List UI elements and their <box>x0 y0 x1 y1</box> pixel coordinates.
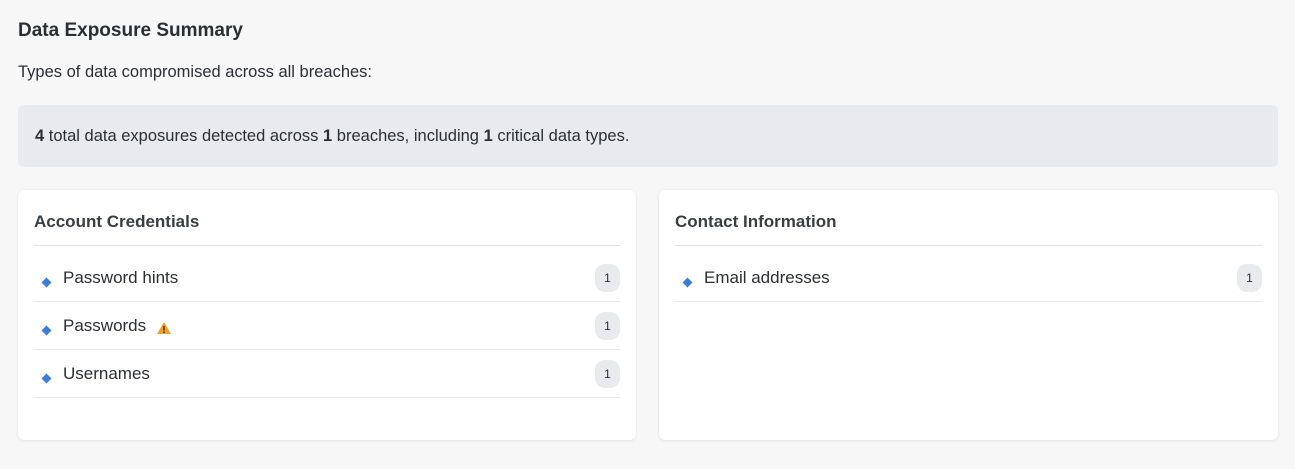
card-contact-information: Contact Information Email addresses 1 <box>659 190 1278 440</box>
diamond-icon <box>41 277 52 288</box>
list-item: Usernames 1 <box>34 350 620 398</box>
item-label: Password hints <box>63 267 179 287</box>
page: Data Exposure Summary Types of data comp… <box>0 0 1295 469</box>
item-label: Email addresses <box>704 267 830 287</box>
card-title: Contact Information <box>675 190 1262 246</box>
card-account-credentials: Account Credentials Password hints 1 Pas… <box>18 190 636 440</box>
exposure-list: Email addresses 1 <box>675 254 1262 302</box>
page-title: Data Exposure Summary <box>18 20 243 41</box>
exposure-list: Password hints 1 Passwords 1 Usernames 1 <box>34 254 620 398</box>
warning-icon <box>156 321 172 335</box>
summary-banner: 4 total data exposures detected across 1… <box>18 105 1278 167</box>
diamond-icon <box>682 277 693 288</box>
diamond-icon <box>41 325 52 336</box>
item-label: Usernames <box>63 363 150 383</box>
card-title: Account Credentials <box>34 190 620 246</box>
item-label: Passwords <box>63 315 147 335</box>
total-exposures-count: 4 <box>35 126 45 145</box>
list-item: Password hints 1 <box>34 254 620 302</box>
page-subtitle: Types of data compromised across all bre… <box>18 63 373 81</box>
count-badge: 1 <box>595 263 620 292</box>
list-item: Email addresses 1 <box>675 254 1262 302</box>
summary-text-2: breaches, including <box>332 126 484 145</box>
summary-text-1: total data exposures detected across <box>44 126 324 145</box>
diamond-icon <box>41 373 52 384</box>
summary-text-3: critical data types. <box>492 126 630 145</box>
critical-types-count: 1 <box>483 126 493 145</box>
count-badge: 1 <box>1237 263 1262 292</box>
count-badge: 1 <box>595 311 620 340</box>
list-item: Passwords 1 <box>34 302 620 350</box>
breaches-count: 1 <box>323 126 333 145</box>
count-badge: 1 <box>595 359 620 388</box>
